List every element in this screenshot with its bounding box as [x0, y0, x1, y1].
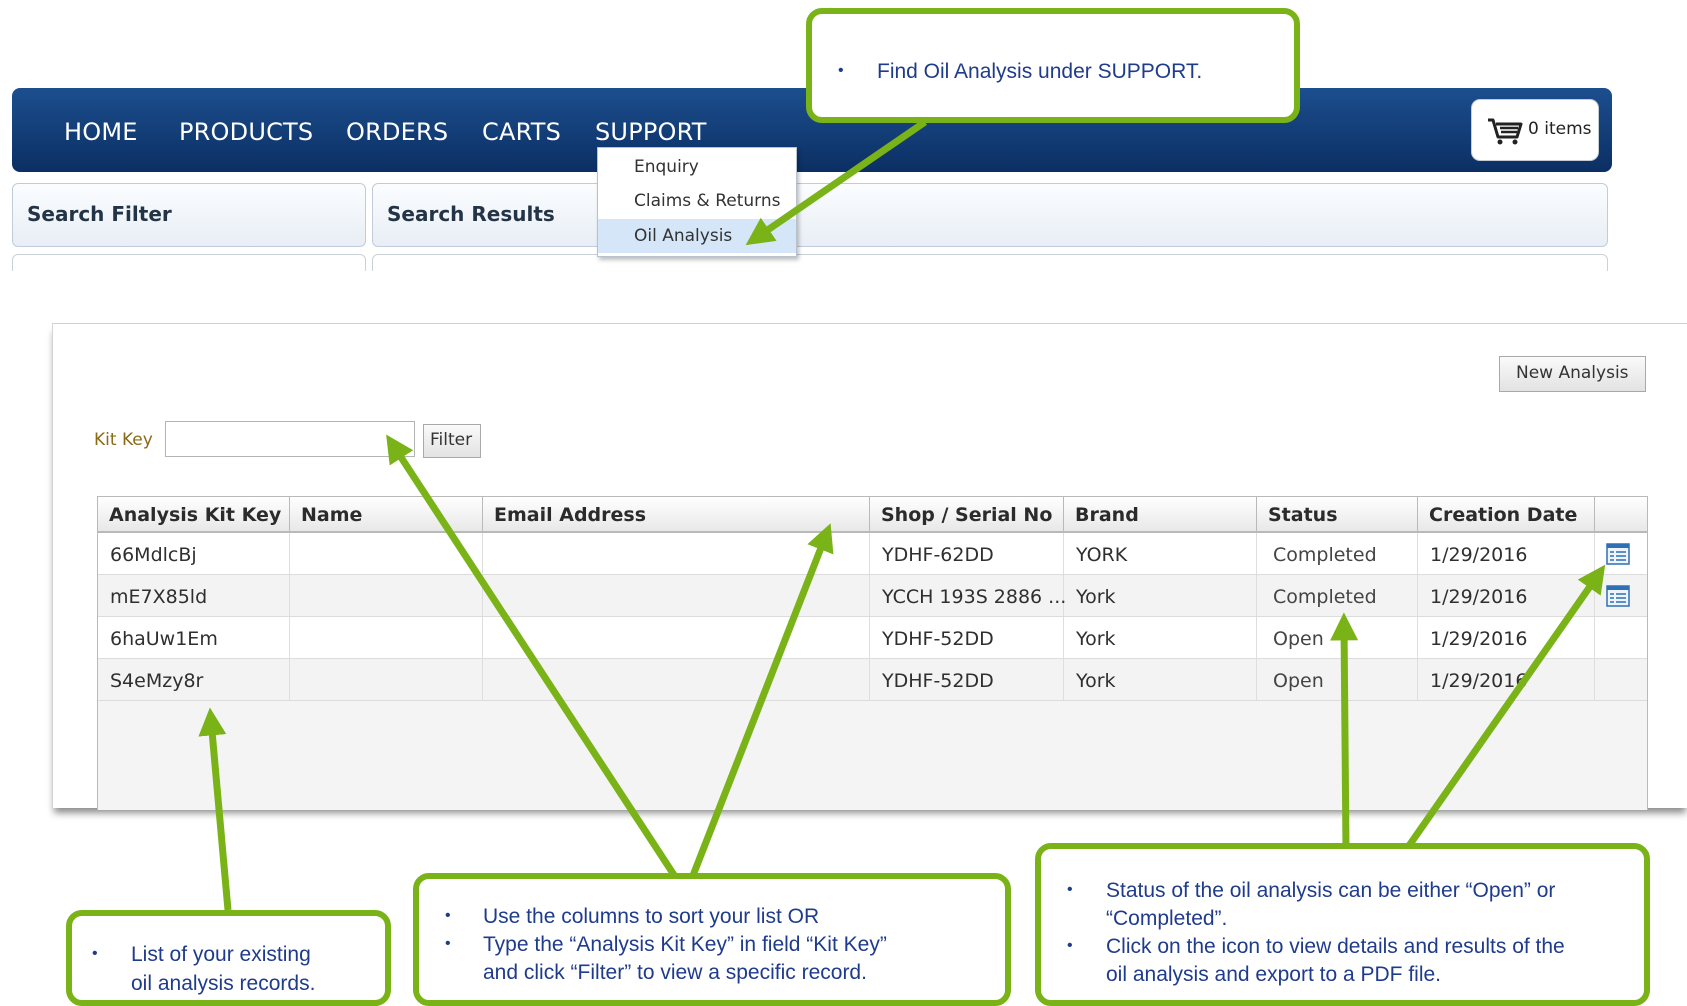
arrow-to-status	[1330, 612, 1359, 851]
arrow-to-oil-analysis	[745, 119, 927, 246]
arrow-to-kit-key	[386, 434, 679, 880]
arrow-to-records	[198, 707, 232, 911]
arrow-to-view-icon	[1403, 564, 1606, 853]
callout-records: • List of your existing oil analysis rec…	[66, 910, 391, 1006]
callout-support: • Find Oil Analysis under SUPPORT.	[806, 8, 1300, 123]
callout-support-line: Find Oil Analysis under SUPPORT.	[877, 60, 1203, 83]
callout-sort-filter: • Use the columns to sort your list OR •…	[413, 873, 1011, 1006]
arrow-to-sort	[688, 523, 834, 880]
callout-status: • Status of the oil analysis can be eith…	[1035, 843, 1650, 1006]
